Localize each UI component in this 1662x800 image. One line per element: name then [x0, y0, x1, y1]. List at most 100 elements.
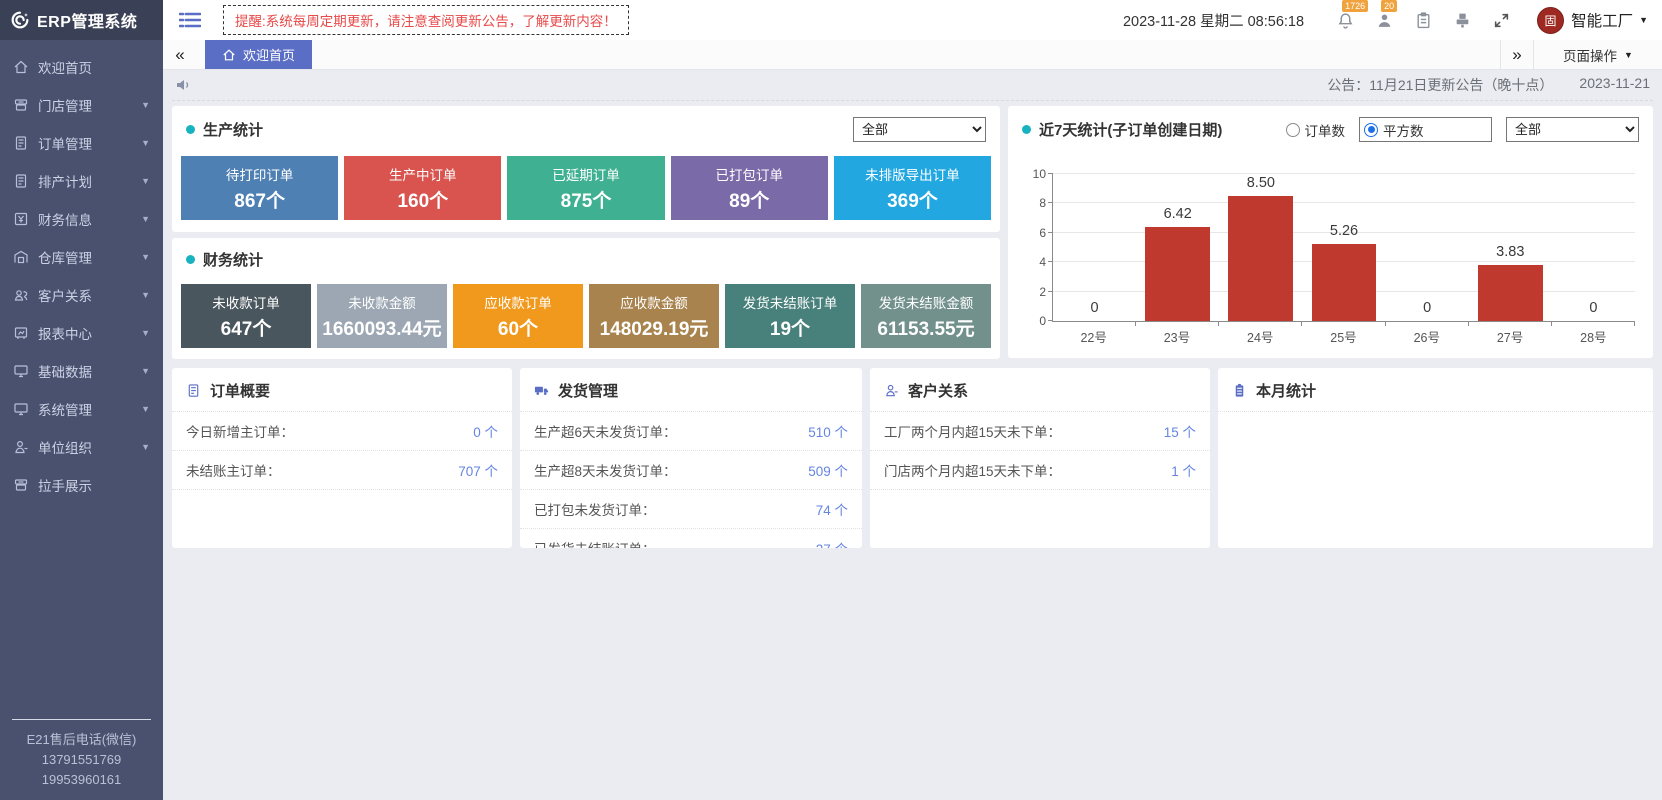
card-value: 60个 [498, 314, 538, 341]
finance-card[interactable]: 未收款订单647个 [181, 284, 311, 348]
chart-filter-select[interactable]: 全部 [1506, 117, 1639, 142]
x-tick-label: 26号 [1385, 327, 1468, 346]
finance-card[interactable]: 应收款金额148029.19元 [589, 284, 719, 348]
summary-row-value[interactable]: 27 个 [816, 538, 848, 548]
finance-card[interactable]: 应收款订单60个 [453, 284, 583, 348]
finance-card[interactable]: 发货未结账金额61153.55元 [861, 284, 991, 348]
tabs-scroll-right-button[interactable]: » [1500, 40, 1534, 69]
summary-row-value[interactable]: 74 个 [816, 499, 848, 519]
tab-label: 欢迎首页 [243, 45, 295, 64]
card-label: 生产中订单 [389, 164, 457, 184]
finance-card[interactable]: 发货未结账订单19个 [725, 284, 855, 348]
notifications-bell-icon[interactable]: 1726 [1337, 12, 1354, 29]
chart-slot: 0 [1053, 174, 1136, 321]
x-tick-label: 25号 [1302, 327, 1385, 346]
tab-welcome-home[interactable]: 欢迎首页 [205, 40, 312, 69]
report-icon [13, 325, 29, 341]
sidebar-item-label: 门店管理 [38, 95, 92, 115]
summary-row: 订单概要今日新增主订单：0 个未结账主订单：707 个发货管理生产超6天未发货订… [172, 368, 1653, 548]
sidebar-item-basic-data[interactable]: 基础数据▼ [0, 352, 163, 390]
radio-平方数[interactable]: 平方数 [1359, 117, 1492, 142]
bar[interactable] [1312, 244, 1377, 321]
top-header: 提醒:系统每周定期更新，请注意查阅更新公告，了解更新内容！ 2023-11-28… [163, 0, 1662, 40]
clipboard-icon[interactable] [1415, 12, 1432, 29]
sidebar-item-warehouse-mgmt[interactable]: 仓库管理▼ [0, 238, 163, 276]
main-area: 提醒:系统每周定期更新，请注意查阅更新公告，了解更新内容！ 2023-11-28… [163, 0, 1662, 800]
y-tick-label: 0 [1039, 314, 1046, 328]
summary-row-value[interactable]: 509 个 [808, 460, 848, 480]
section-dot-icon [1022, 125, 1031, 134]
card-label: 已延期订单 [552, 164, 620, 184]
production-card[interactable]: 未排版导出订单369个 [834, 156, 991, 220]
sidebar-item-lashou-display[interactable]: 拉手展示 [0, 466, 163, 504]
sidebar-item-org-unit[interactable]: 单位组织▼ [0, 428, 163, 466]
sidebar-item-welcome-home[interactable]: 欢迎首页 [0, 48, 163, 86]
sidebar-item-customer-relation[interactable]: 客户关系▼ [0, 276, 163, 314]
summary-row-value[interactable]: 0 个 [473, 421, 498, 441]
x-tick-label: 22号 [1052, 327, 1135, 346]
card-value: 89个 [729, 186, 769, 213]
tabs-scroll-left-button[interactable]: « [163, 40, 197, 69]
announcement-right: 公告：11月21日更新公告（晚十点） 2023-11-21 [1327, 75, 1650, 95]
summary-row-item: 门店两个月内超15天未下单：1 个 [870, 451, 1210, 490]
summary-row-value[interactable]: 707 个 [458, 460, 498, 480]
sidebar-item-finance-info[interactable]: 财务信息▼ [0, 200, 163, 238]
sidebar-item-report-center[interactable]: 报表中心▼ [0, 314, 163, 352]
sidebar-item-label: 排产计划 [38, 171, 92, 191]
bar[interactable] [1228, 196, 1293, 321]
page-actions-dropdown[interactable]: 页面操作 ▼ [1534, 40, 1662, 69]
summary-row-value[interactable]: 15 个 [1164, 421, 1196, 441]
support-phone-2: 19953960161 [0, 770, 163, 790]
card-value: 160个 [397, 186, 448, 213]
speaker-icon[interactable] [175, 77, 191, 93]
sidebar-item-production-plan[interactable]: 排产计划▼ [0, 162, 163, 200]
card-value: 61153.55元 [877, 314, 974, 341]
summary-row-item: 今日新增主订单： 0 个 [172, 412, 512, 451]
radio-订单数[interactable]: 订单数 [1286, 117, 1346, 142]
sidebar-item-order-mgmt[interactable]: 订单管理▼ [0, 124, 163, 162]
summary-row-value[interactable]: 1 个 [1171, 460, 1196, 480]
chevron-down-icon: ▼ [141, 366, 150, 376]
production-stats-panel: 生产统计 全部 待打印订单867个生产中订单160个已延期订单875个已打包订单… [172, 106, 1000, 232]
announcement-text[interactable]: 公告：11月21日更新公告（晚十点） [1327, 75, 1553, 95]
support-phone-1: 13791551769 [0, 750, 163, 770]
summary-panel-order-overview: 订单概要今日新增主订单：0 个未结账主订单：707 个 [172, 368, 512, 548]
summary-row-label: 今日新增主订单： [186, 421, 294, 441]
people-icon [13, 287, 29, 303]
system-notice: 提醒:系统每周定期更新，请注意查阅更新公告，了解更新内容！ [223, 5, 629, 35]
production-card[interactable]: 已打包订单89个 [671, 156, 828, 220]
summary-row-value[interactable]: 510 个 [808, 421, 848, 441]
summary-panel-header: 本月统计 [1218, 368, 1653, 412]
sidebar-item-store-mgmt[interactable]: 门店管理▼ [0, 86, 163, 124]
y-tick-label: 6 [1039, 226, 1046, 240]
print-icon[interactable] [1454, 12, 1471, 29]
fullscreen-icon[interactable] [1493, 12, 1510, 29]
chart-slot: 8.50 [1219, 174, 1302, 321]
sidebar: ERP管理系统 欢迎首页门店管理▼订单管理▼排产计划▼财务信息▼仓库管理▼客户关… [0, 0, 163, 800]
sidebar-item-label: 欢迎首页 [38, 57, 92, 77]
collapse-menu-icon[interactable] [179, 11, 201, 29]
card-label: 未收款订单 [212, 292, 280, 312]
production-filter-select[interactable]: 全部 [853, 117, 986, 142]
sidebar-item-label: 订单管理 [38, 133, 92, 153]
production-card[interactable]: 生产中订单160个 [344, 156, 501, 220]
finance-card[interactable]: 未收款金额1660093.44元 [317, 284, 447, 348]
user-messages-icon[interactable]: 20 [1376, 12, 1393, 29]
dashboard-content: 公告：11月21日更新公告（晚十点） 2023-11-21 生产统计 全部 待打… [163, 70, 1662, 800]
warehouse-icon [13, 249, 29, 265]
battery-icon [1232, 383, 1247, 398]
user-avatar[interactable]: 固 [1537, 7, 1564, 34]
sidebar-item-system-mgmt[interactable]: 系统管理▼ [0, 390, 163, 428]
bar[interactable] [1145, 227, 1210, 321]
bar-value-label: 5.26 [1302, 223, 1385, 239]
production-card[interactable]: 待打印订单867个 [181, 156, 338, 220]
stats-row: 生产统计 全部 待打印订单867个生产中订单160个已延期订单875个已打包订单… [172, 106, 1653, 358]
chevron-down-icon: ▼ [141, 404, 150, 414]
monitor-icon [13, 401, 29, 417]
account-menu[interactable]: 智能工厂 ▼ [1571, 9, 1648, 31]
chart-radio-group: 订单数平方数 [1286, 117, 1493, 142]
support-phone-title: E21售后电话(微信) [0, 730, 163, 750]
production-card[interactable]: 已延期订单875个 [507, 156, 664, 220]
summary-row-label: 工厂两个月内超15天未下单： [884, 421, 1061, 441]
bar[interactable] [1478, 265, 1543, 321]
